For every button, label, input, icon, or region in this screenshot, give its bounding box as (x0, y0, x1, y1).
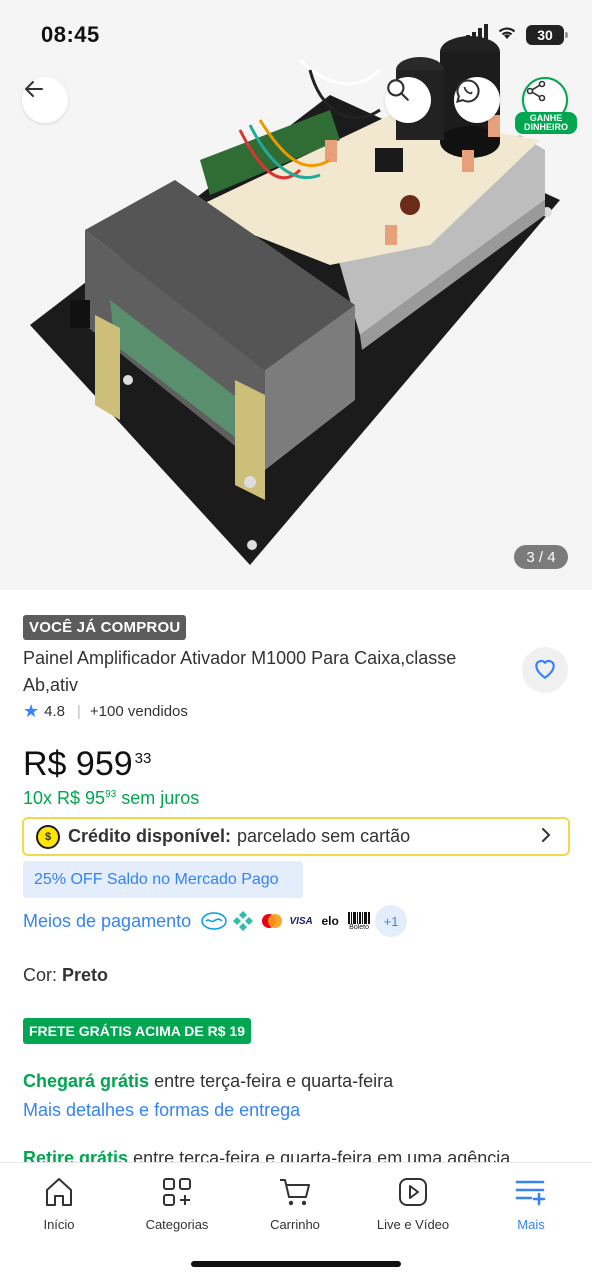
earn-money-badge: GANHE DINHEIRO (515, 112, 577, 134)
boleto-label: Boleto (349, 923, 370, 931)
installments-cents: 93 (105, 789, 117, 800)
product-photo (30, 36, 560, 565)
discount-tag: 25% OFF Saldo no Mercado Pago (23, 861, 303, 898)
chevron-right-icon (540, 826, 552, 850)
nav-item-mais[interactable]: Mais (472, 1175, 590, 1232)
color-label: Cor: (23, 965, 58, 985)
rating-value: 4.8 (44, 703, 65, 720)
sold-count: +100 vendidos (89, 703, 188, 720)
favorite-button[interactable] (522, 647, 568, 693)
price-currency: R$ (23, 745, 67, 783)
back-button[interactable] (22, 77, 68, 123)
installments: 10x R$ 9593 sem juros (23, 788, 199, 809)
menu-plus-icon (472, 1175, 590, 1209)
mastercard-icon (259, 911, 285, 931)
nav-label-mais: Mais (517, 1217, 545, 1232)
free-shipping-tag: FRETE GRÁTIS ACIMA DE R$ 19 (23, 1018, 251, 1044)
boleto-icon: Boleto (346, 911, 372, 931)
image-counter: 3 / 4 (514, 545, 568, 569)
status-bar: 08:45 30 (0, 0, 592, 72)
categories-icon (118, 1175, 236, 1209)
credit-available-banner[interactable]: $ Crédito disponível: parcelado sem cart… (22, 817, 570, 856)
status-time: 08:45 (41, 22, 100, 47)
visa-icon: VISA (289, 915, 313, 927)
nav-item-inicio[interactable]: Início (0, 1175, 118, 1232)
payment-methods-row[interactable]: Meios de pagamento VISA elo Boleto +1 (23, 904, 408, 938)
color-value: Preto (62, 965, 109, 985)
installments-suffix: sem juros (121, 788, 200, 808)
play-icon (354, 1175, 472, 1209)
nav-item-live-video[interactable]: Live e Vídeo (354, 1175, 472, 1232)
rating-row[interactable]: ★ 4.8 | +100 vendidos (23, 701, 188, 722)
elo-icon: elo (321, 914, 339, 928)
nav-label-carrinho: Carrinho (270, 1217, 320, 1232)
product-image-gallery[interactable]: GANHE DINHEIRO 3 / 4 (0, 0, 592, 590)
nav-item-categorias[interactable]: Categorias (118, 1175, 236, 1232)
wifi-icon (496, 24, 518, 45)
shipping-details-link[interactable]: Mais detalhes e formas de entrega (23, 1100, 300, 1121)
price-cents: 33 (134, 750, 152, 767)
home-indicator (191, 1261, 401, 1267)
payment-methods-link[interactable]: Meios de pagamento (23, 911, 191, 932)
product-title: Painel Amplificador Ativador M1000 Para … (23, 648, 457, 695)
installments-amount: 10x R$ 95 (23, 788, 106, 808)
credit-text: parcelado sem cartão (237, 826, 411, 846)
more-payment-badge[interactable]: +1 (375, 905, 408, 937)
nav-label-live-video: Live e Vídeo (376, 1217, 450, 1232)
color-variant[interactable]: Cor: Preto (23, 965, 108, 986)
heart-icon (532, 656, 558, 685)
already-bought-tag: VOCÊ JÁ COMPROU (23, 615, 187, 640)
arrival-info: Chegará grátis entre terça-feira e quart… (23, 1071, 393, 1092)
whatsapp-share-button[interactable] (454, 77, 500, 123)
battery-indicator: 30 (526, 24, 568, 45)
mercado-pago-icon (201, 911, 227, 931)
nav-label-categorias: Categorias (145, 1217, 209, 1232)
arrival-text: entre terça-feira e quarta-feira (154, 1071, 394, 1091)
signal-icon (466, 24, 488, 45)
cart-icon (236, 1175, 354, 1209)
search-button[interactable] (385, 77, 431, 123)
star-icon: ★ (23, 701, 40, 721)
price: R$ 959 33 (23, 745, 151, 784)
coin-icon: $ (36, 824, 60, 849)
nav-item-carrinho[interactable]: Carrinho (236, 1175, 354, 1232)
nav-label-inicio: Início (43, 1217, 75, 1232)
arrival-free-label: Chegará grátis (23, 1071, 150, 1091)
divider: | (77, 703, 81, 720)
price-integer: 959 (75, 745, 133, 783)
home-icon (0, 1175, 118, 1209)
credit-label: Crédito disponível: (68, 826, 232, 846)
pix-icon (230, 911, 256, 931)
